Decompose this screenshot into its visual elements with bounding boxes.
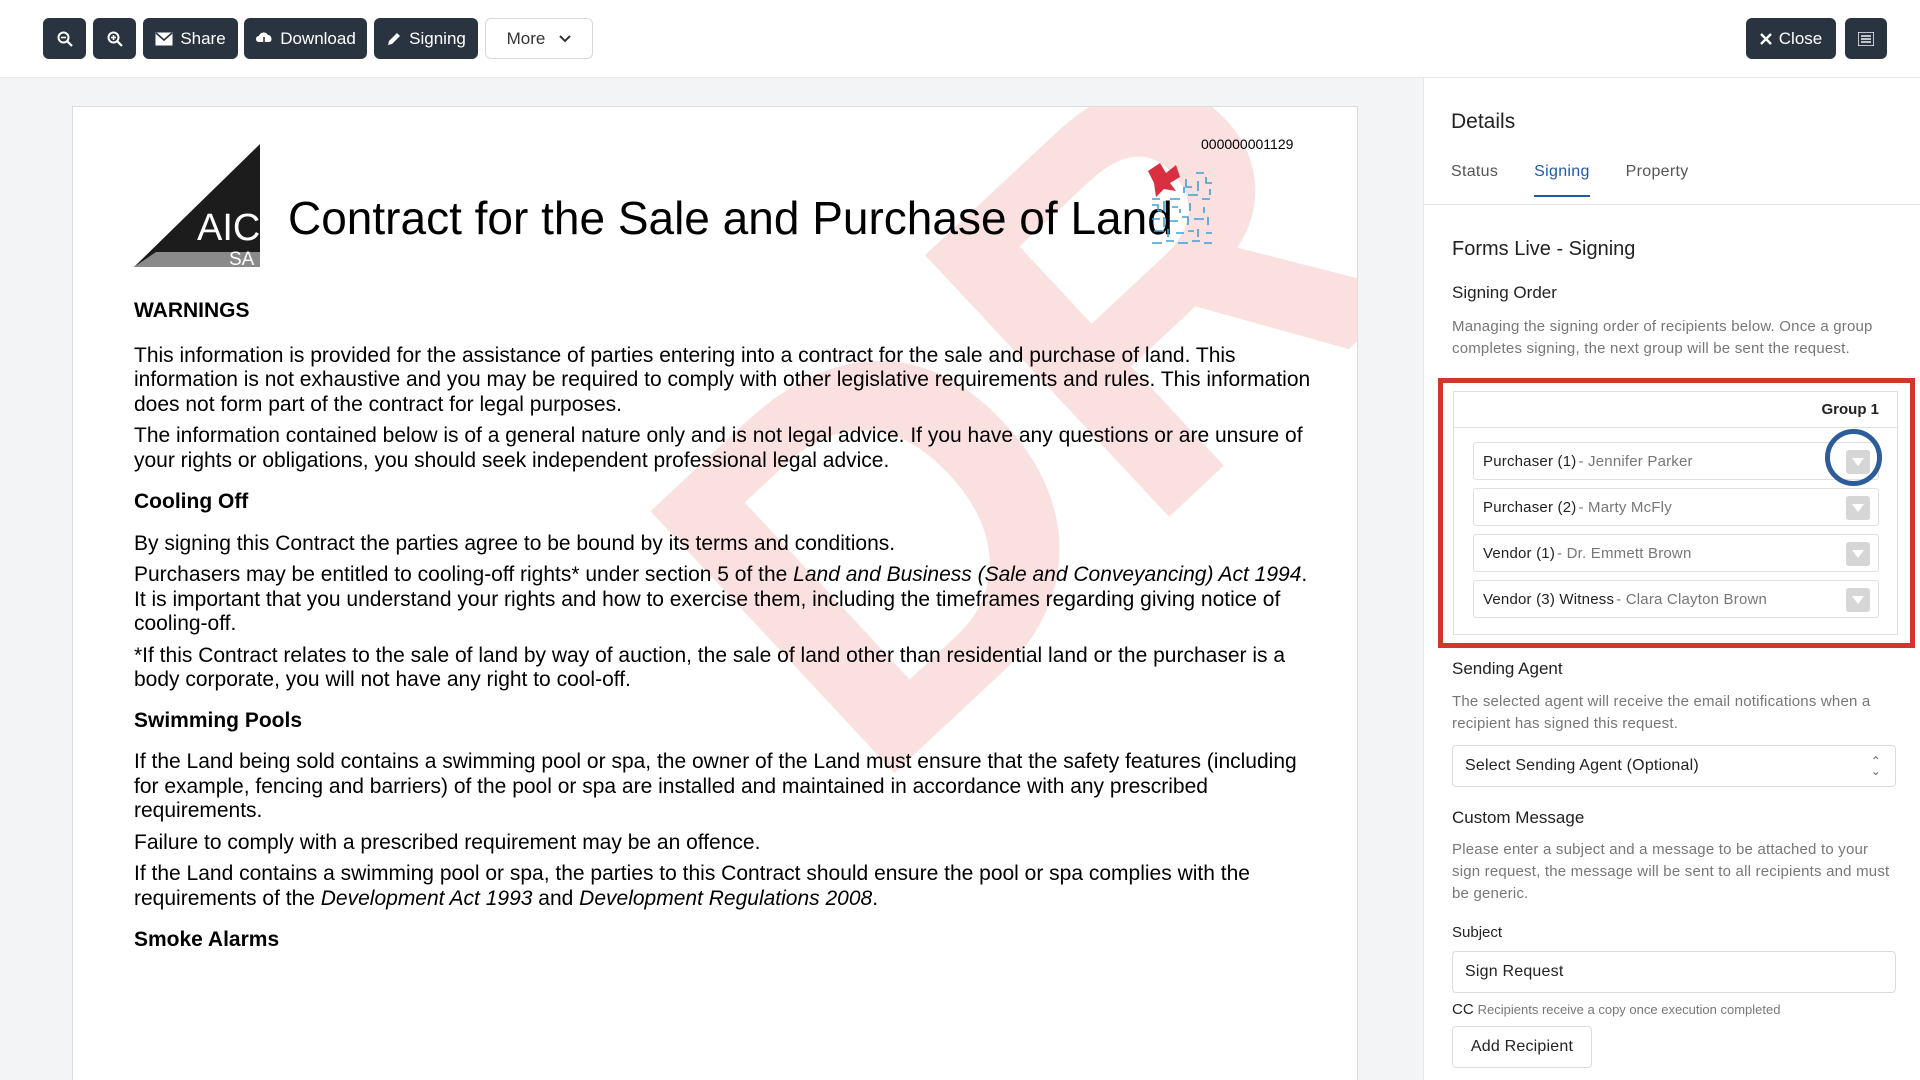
document-page: DRAFT 000000001129 AIC SA Contract for t… bbox=[72, 106, 1358, 1080]
recipient-dropdown-button[interactable] bbox=[1846, 496, 1870, 520]
recipient-name: - Marty McFly bbox=[1578, 498, 1672, 516]
close-button[interactable]: Close bbox=[1746, 18, 1836, 59]
select-arrows-icon: ⌃ ⌄ bbox=[1870, 754, 1881, 778]
recipient-role: Vendor (3) Witness bbox=[1483, 590, 1615, 608]
close-icon bbox=[1759, 32, 1772, 45]
caret-down-icon bbox=[1852, 596, 1864, 604]
sidebar-tabs: Status Signing Property bbox=[1451, 163, 1725, 197]
share-button[interactable]: Share bbox=[143, 18, 238, 59]
recipient-row[interactable]: Purchaser (2) - Marty McFly bbox=[1473, 488, 1879, 526]
toolbar: Share Download Signing More Close bbox=[0, 0, 1920, 78]
recipient-role: Vendor (1) bbox=[1483, 544, 1556, 562]
subject-input-value: Sign Request bbox=[1465, 963, 1564, 980]
caret-down-icon bbox=[1852, 550, 1864, 558]
recipient-dropdown-button[interactable] bbox=[1846, 542, 1870, 566]
close-label: Close bbox=[1778, 28, 1823, 48]
tab-signing[interactable]: Signing bbox=[1534, 163, 1590, 197]
download-label: Download bbox=[280, 28, 356, 48]
barcode-icon bbox=[1148, 163, 1212, 244]
cc-note: Recipients receive a copy once execution… bbox=[1477, 1002, 1781, 1017]
signing-order-description: Managing the signing order of recipients… bbox=[1452, 318, 1873, 357]
warnings-heading: WARNINGS bbox=[134, 299, 250, 322]
cooling-off-heading: Cooling Off bbox=[134, 490, 249, 513]
signing-order-heading: Signing Order bbox=[1452, 283, 1557, 302]
recipient-row[interactable]: Vendor (1) - Dr. Emmett Brown bbox=[1473, 534, 1879, 572]
tab-status[interactable]: Status bbox=[1451, 163, 1498, 197]
pools-paragraph-3: If the Land contains a swimming pool or … bbox=[134, 862, 1314, 911]
act-title: Land and Business (Sale and Conveyancing… bbox=[793, 563, 1302, 586]
highlight-circle bbox=[1825, 429, 1882, 486]
smoke-alarms-heading: Smoke Alarms bbox=[134, 928, 280, 951]
signing-label: Signing bbox=[409, 28, 466, 48]
pools-paragraph-2: Failure to comply with a prescribed requ… bbox=[134, 830, 761, 854]
document-id: 000000001129 bbox=[1201, 136, 1294, 152]
text-run: Purchasers may be entitled to cooling-of… bbox=[134, 563, 794, 586]
sidebar-title: Details bbox=[1451, 110, 1516, 133]
subject-input[interactable]: Sign Request bbox=[1452, 951, 1896, 993]
list-icon bbox=[1858, 31, 1874, 46]
zoom-in-icon bbox=[107, 31, 123, 47]
cloud-download-icon bbox=[256, 32, 272, 46]
recipient-dropdown-button[interactable] bbox=[1846, 588, 1870, 612]
recipient-role: Purchaser (2) bbox=[1483, 498, 1577, 516]
subject-label: Subject bbox=[1452, 924, 1503, 941]
section-title: Forms Live - Signing bbox=[1452, 238, 1636, 260]
zoom-out-button[interactable] bbox=[43, 18, 86, 59]
tabs-divider bbox=[1424, 204, 1920, 205]
details-toggle-button[interactable] bbox=[1845, 18, 1887, 59]
zoom-out-icon bbox=[57, 31, 73, 47]
recipient-name: - Clara Clayton Brown bbox=[1616, 590, 1768, 608]
warnings-paragraph-1: This information is provided for the ass… bbox=[134, 343, 1311, 416]
cooling-off-paragraph-1: By signing this Contract the parties agr… bbox=[134, 531, 896, 555]
pen-icon bbox=[388, 32, 401, 45]
custom-message-heading: Custom Message bbox=[1452, 808, 1585, 827]
text-run: and bbox=[532, 886, 580, 910]
recipient-role: Purchaser (1) bbox=[1483, 452, 1577, 470]
more-dropdown[interactable]: More bbox=[485, 18, 593, 59]
recipient-name: - Dr. Emmett Brown bbox=[1557, 544, 1692, 562]
pools-paragraph-1: If the Land being sold contains a swimmi… bbox=[134, 750, 1297, 822]
sending-agent-description: The selected agent will receive the emai… bbox=[1452, 693, 1871, 732]
details-sidebar: Details Status Signing Property Forms Li… bbox=[1423, 78, 1920, 1080]
cc-row: CC Recipients receive a copy once executi… bbox=[1452, 1001, 1780, 1018]
download-button[interactable]: Download bbox=[244, 18, 367, 59]
act-title: Development Act 1993 bbox=[320, 886, 533, 910]
recipient-row[interactable]: Vendor (3) Witness - Clara Clayton Brown bbox=[1473, 580, 1879, 618]
zoom-in-button[interactable] bbox=[93, 18, 136, 59]
tab-property[interactable]: Property bbox=[1626, 163, 1689, 197]
swimming-pools-heading: Swimming Pools bbox=[134, 708, 303, 732]
signing-group: Group 1 Purchaser (1) - Jennifer Parker P… bbox=[1453, 391, 1898, 635]
custom-message-description: Please enter a subject and a message to … bbox=[1452, 841, 1890, 902]
logo-text: AIC bbox=[197, 207, 261, 249]
sending-agent-select-value: Select Sending Agent (Optional) bbox=[1465, 757, 1699, 774]
recipient-name: - Jennifer Parker bbox=[1578, 452, 1693, 470]
add-recipient-button[interactable]: Add Recipient bbox=[1452, 1026, 1592, 1068]
warnings-paragraph-2: The information contained below is of a … bbox=[134, 424, 1303, 472]
chevron-down-icon bbox=[559, 34, 572, 42]
regulation-title: Development Regulations 2008 bbox=[579, 886, 873, 910]
text-run: . bbox=[872, 886, 879, 910]
caret-down-icon bbox=[1852, 504, 1864, 512]
logo-subtext: SA bbox=[229, 249, 255, 270]
sending-agent-heading: Sending Agent bbox=[1452, 659, 1563, 678]
sending-agent-select[interactable]: Select Sending Agent (Optional) ⌃ ⌄ bbox=[1452, 745, 1896, 787]
recipient-row[interactable]: Purchaser (1) - Jennifer Parker bbox=[1473, 442, 1879, 480]
more-label: More bbox=[506, 28, 546, 48]
document-viewer[interactable]: DRAFT 000000001129 AIC SA Contract for t… bbox=[0, 78, 1423, 1080]
cooling-off-paragraph-2: Purchasers may be entitled to cooling-of… bbox=[134, 563, 1314, 637]
envelope-icon bbox=[155, 31, 173, 45]
share-label: Share bbox=[180, 28, 226, 48]
document-title: Contract for the Sale and Purchase of La… bbox=[288, 192, 1173, 244]
cooling-off-paragraph-3: *If this Contract relates to the sale of… bbox=[134, 643, 1286, 692]
group-label: Group 1 bbox=[1454, 392, 1897, 428]
cc-label: CC bbox=[1452, 1001, 1474, 1018]
signing-button[interactable]: Signing bbox=[374, 18, 478, 59]
document-body: WARNINGS This information is provided fo… bbox=[134, 299, 1314, 953]
